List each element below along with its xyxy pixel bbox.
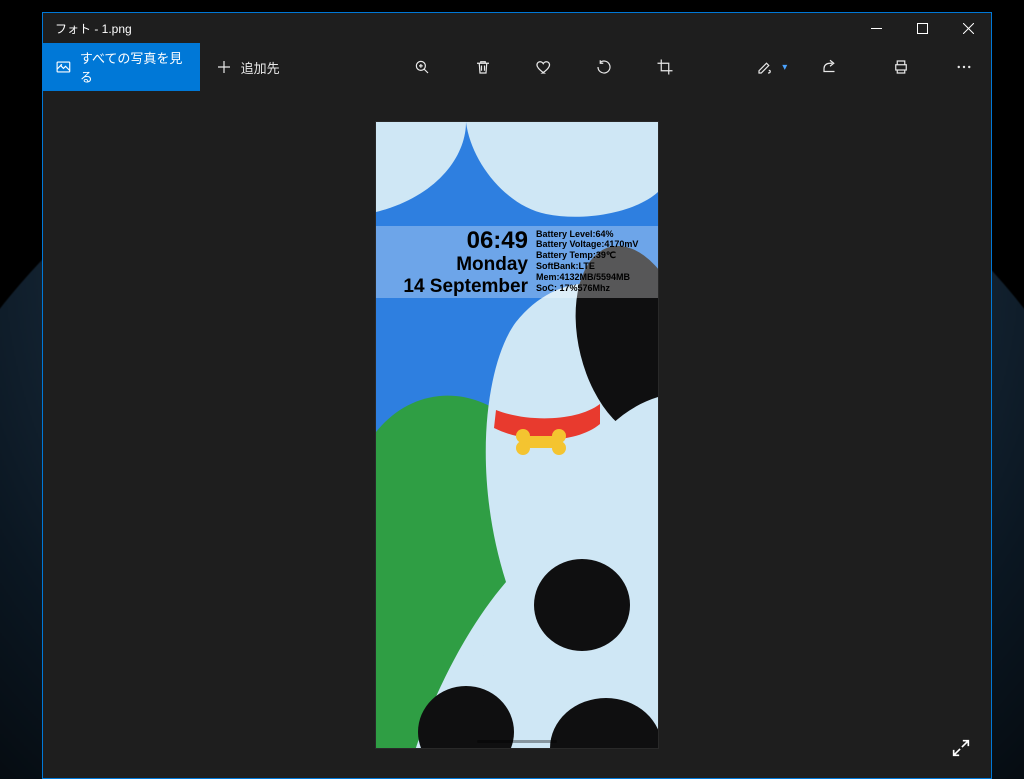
crop-button[interactable] (635, 43, 696, 91)
heart-icon (535, 58, 553, 76)
stat-mem: Mem:4132MB/5594MB (536, 272, 658, 283)
more-button[interactable] (936, 43, 991, 91)
window-title: フォト - 1.png (43, 13, 853, 43)
delete-button[interactable] (453, 43, 514, 91)
clock-block: 06:49 Monday 14 September (376, 226, 534, 298)
stat-soc: SoC: 17%576Mhz (536, 283, 658, 294)
titlebar: フォト - 1.png (43, 13, 991, 43)
stat-battery-level: Battery Level:64% (536, 229, 658, 240)
edit-button[interactable]: ▾ (735, 43, 796, 91)
close-button[interactable] (945, 13, 991, 43)
plus-icon (215, 58, 233, 76)
crop-icon (656, 58, 674, 76)
minimize-icon (871, 23, 882, 34)
edit-icon (756, 58, 774, 76)
clock-date: 14 September (403, 276, 528, 297)
share-button[interactable] (795, 43, 865, 91)
zoom-button[interactable] (392, 43, 453, 91)
toolbar: すべての写真を見る 追加先 ▾ (43, 43, 991, 91)
ellipsis-icon (955, 58, 973, 76)
photo-content: 06:49 Monday 14 September Battery Level:… (376, 122, 658, 748)
add-to-button[interactable]: 追加先 (200, 43, 294, 91)
maximize-icon (917, 23, 928, 34)
view-all-photos-label: すべての写真を見る (80, 48, 188, 86)
add-to-label: 追加先 (241, 58, 280, 77)
stats-block: Battery Level:64% Battery Voltage:4170mV… (534, 226, 658, 298)
stat-battery-temp: Battery Temp:39℃ (536, 250, 658, 261)
favorite-button[interactable] (513, 43, 574, 91)
clock-day: Monday (456, 254, 528, 275)
print-button[interactable] (866, 43, 936, 91)
image-viewport[interactable]: 06:49 Monday 14 September Battery Level:… (43, 91, 991, 778)
photo-icon (55, 58, 72, 76)
zoom-icon (413, 58, 431, 76)
stat-carrier: SoftBank:LTE (536, 261, 658, 272)
chevron-down-icon: ▾ (782, 62, 787, 73)
home-indicator (477, 740, 557, 743)
wallpaper-illustration (376, 122, 658, 748)
share-icon (821, 58, 839, 76)
rotate-icon (595, 58, 613, 76)
stat-battery-voltage: Battery Voltage:4170mV (536, 239, 658, 250)
maximize-button[interactable] (899, 13, 945, 43)
minimize-button[interactable] (853, 13, 899, 43)
view-all-photos-button[interactable]: すべての写真を見る (43, 43, 200, 91)
photos-window: フォト - 1.png すべての写真を見る 追加先 (42, 12, 992, 779)
clock-time: 06:49 (467, 228, 528, 255)
trash-icon (474, 58, 492, 76)
fullscreen-icon (950, 737, 972, 759)
lockscreen-info-bar: 06:49 Monday 14 September Battery Level:… (376, 226, 658, 298)
fullscreen-button[interactable] (947, 734, 975, 762)
rotate-button[interactable] (574, 43, 635, 91)
print-icon (892, 58, 910, 76)
close-icon (963, 23, 974, 34)
